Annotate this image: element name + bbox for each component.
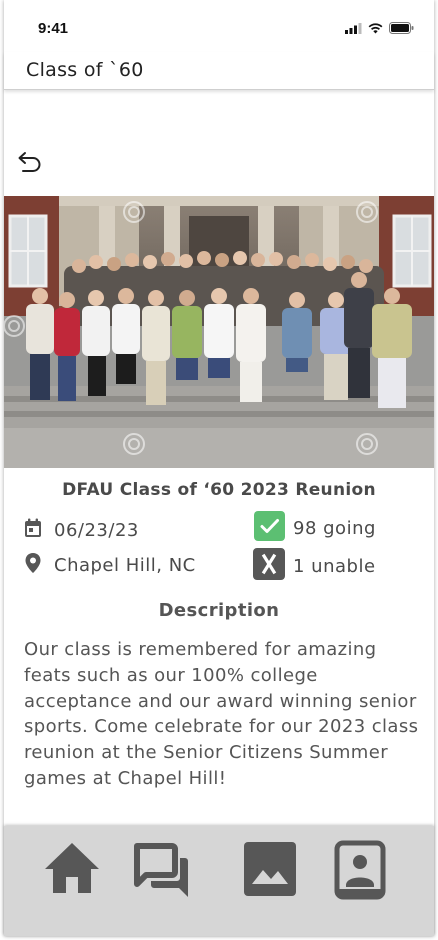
event-photo: [4, 196, 434, 468]
contacts-icon: [334, 840, 386, 900]
event-location-row: Chapel Hill, NC: [24, 552, 196, 579]
chat-icon: [134, 843, 188, 897]
status-bar: 9:41: [4, 0, 434, 52]
nav-gallery-button[interactable]: [242, 840, 298, 902]
back-arrow-icon: [18, 152, 41, 172]
x-icon: [253, 548, 285, 585]
description-text: Our class is remembered for amazing feat…: [24, 639, 419, 789]
wifi-icon: [368, 22, 383, 33]
app-header: Class of `60: [4, 52, 434, 90]
calendar-icon: [24, 518, 42, 543]
event-title: DFAU Class of ‘60 2023 Reunion: [62, 480, 376, 500]
back-button[interactable]: [16, 146, 44, 174]
home-icon: [45, 843, 99, 893]
check-icon: [254, 511, 285, 546]
location-pin-icon: [24, 552, 42, 579]
status-time: 9:41: [38, 20, 69, 37]
battery-icon: [389, 22, 414, 34]
description-heading: Description: [158, 600, 280, 621]
going-status[interactable]: 98 going: [254, 511, 376, 546]
nav-chat-button[interactable]: [132, 840, 192, 906]
status-icons: [345, 22, 414, 34]
event-location: Chapel Hill, NC: [54, 555, 196, 576]
nav-contacts-button[interactable]: [332, 840, 388, 904]
signal-icon: [345, 22, 362, 34]
nav-home-button[interactable]: [42, 840, 102, 900]
going-count: 98 going: [293, 518, 376, 539]
event-date-row: 06/23/23: [24, 518, 139, 543]
reunion-group-photo: [4, 196, 434, 468]
bottom-nav: [4, 826, 434, 936]
unable-status[interactable]: 1 unable: [253, 548, 376, 585]
gallery-icon: [244, 842, 296, 896]
page-title: Class of `60: [26, 59, 144, 81]
app-screen: 9:41 Class of `60 DFAU Class of ‘60 2023…: [4, 0, 434, 936]
event-date: 06/23/23: [54, 520, 139, 541]
unable-count: 1 unable: [293, 556, 376, 577]
